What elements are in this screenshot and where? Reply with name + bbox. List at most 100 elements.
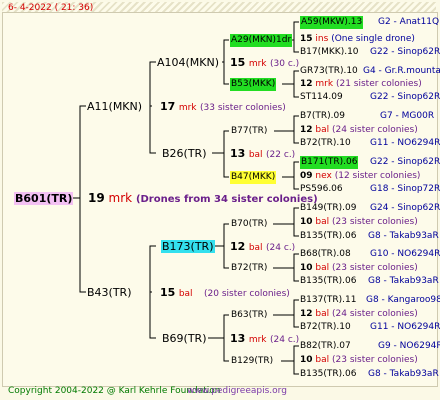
root-queen[interactable]: B601(TR) xyxy=(14,192,74,205)
gen4-code: G22 - Sinop62R xyxy=(370,92,440,102)
gen2-mating: 12 bal (24 c.) xyxy=(230,240,295,255)
gen2-mating: 13 mrk (24 c.) xyxy=(230,332,299,347)
gen1-mating-note: (33 sister colonies) xyxy=(200,103,286,113)
gen2-drone-count: 12 xyxy=(230,240,246,253)
gen2-queen[interactable]: B173(TR) xyxy=(161,240,215,253)
gen4-code: G8 - Takab93aR xyxy=(368,276,439,286)
root-mating-note: (Drones from 34 sister colonies) xyxy=(135,194,318,205)
gen3-mating-note: (21 sister colonies) xyxy=(335,79,422,89)
gen3-queen[interactable]: B77(TR) xyxy=(231,125,267,138)
gen3-mating-note: (One single drone) xyxy=(331,34,415,44)
gen4-code: G9 - NO6294R xyxy=(378,341,440,351)
gen2-mating-note: (24 c.) xyxy=(270,335,300,345)
pedigree-page: 6- 4-2022 ( 21: 36) B601(TR) 19 mrk (Dro… xyxy=(0,0,440,400)
gen2-mating-note: (30 c.) xyxy=(270,59,300,69)
gen3-drone-count: 10 xyxy=(300,355,313,365)
gen1-queen[interactable]: B43(TR) xyxy=(87,286,132,299)
gen4-code: G7 - MG00R xyxy=(380,111,435,121)
gen3-mating-note: (12 sister colonies) xyxy=(334,171,421,181)
root-mating: 19 mrk (Drones from 34 sister colonies) xyxy=(88,192,318,206)
gen3-mating: 12 bal (24 sister colonies) xyxy=(300,124,418,137)
gen3-queen[interactable]: B63(TR) xyxy=(231,309,267,322)
gen4-queen[interactable]: B72(TR).10 xyxy=(300,321,351,334)
gen3-queen[interactable]: B53(MKK) xyxy=(230,78,277,91)
gen3-mating: 15 ins (One single drone) xyxy=(300,33,415,46)
gen3-mating-note: (23 sister colonies) xyxy=(332,355,418,365)
gen3-drone-count: 09 xyxy=(300,171,313,181)
gen2-mating-note: (24 c.) xyxy=(266,243,296,253)
site-link[interactable]: www.pedigreeapis.org xyxy=(187,385,287,398)
gen1-mating-type: mrk xyxy=(178,103,197,113)
gen4-queen[interactable]: B72(TR).10 xyxy=(300,137,351,150)
gen3-queen[interactable]: B70(TR) xyxy=(231,218,267,231)
gen3-drone-count: 12 xyxy=(300,79,313,89)
gen3-mating-note: (24 sister colonies) xyxy=(332,309,418,319)
gen1-queen[interactable]: A11(MKN) xyxy=(87,100,142,113)
gen2-mating: 13 bal (22 c.) xyxy=(230,147,295,162)
gen4-code: G4 - Gr.R.mounta xyxy=(363,66,440,76)
gen3-mating-note: (23 sister colonies) xyxy=(332,263,418,273)
gen3-mating: 12 mrk (21 sister colonies) xyxy=(300,78,422,91)
gen4-queen[interactable]: B68(TR).08 xyxy=(300,248,351,261)
gen3-queen[interactable]: B72(TR) xyxy=(231,262,267,275)
gen3-queen[interactable]: B129(TR) xyxy=(231,355,273,368)
gen2-drone-count: 13 xyxy=(230,147,246,160)
gen4-queen[interactable]: B135(TR).06 xyxy=(300,275,356,288)
gen1-drone-count: 15 xyxy=(160,286,176,299)
gen4-code: G22 - Sinop62R xyxy=(370,47,440,57)
gen3-mating-type: bal xyxy=(315,125,330,135)
gen4-queen[interactable]: B135(TR).06 xyxy=(300,230,356,243)
gen4-queen[interactable]: ST114.09 xyxy=(300,91,343,104)
gen4-code: G24 - Sinop62R xyxy=(370,203,440,213)
gen4-code: G8 - Kangaroo98R xyxy=(366,295,440,305)
gen2-queen[interactable]: B69(TR) xyxy=(162,332,207,345)
gen3-drone-count: 10 xyxy=(300,217,313,227)
gen4-code: G2 - Anat11Q xyxy=(378,17,440,27)
gen4-queen[interactable]: B17(MKK).10 xyxy=(300,46,359,59)
gen2-mating-type: bal xyxy=(248,243,263,253)
gen2-mating-type: mrk xyxy=(248,59,267,69)
gen4-queen[interactable]: PS596.06 xyxy=(300,183,343,196)
gen2-queen[interactable]: B26(TR) xyxy=(162,147,207,160)
gen4-code: G10 - NO6294R xyxy=(370,249,440,259)
gen3-mating-note: (24 sister colonies) xyxy=(332,125,418,135)
gen4-code: G18 - Sinop72R xyxy=(370,184,440,194)
gen3-drone-count: 12 xyxy=(300,125,313,135)
gen4-code: G8 - Takab93aR xyxy=(368,231,439,241)
gen3-mating-note: (23 sister colonies) xyxy=(332,217,418,227)
gen3-mating-type: nex xyxy=(315,171,332,181)
gen4-queen[interactable]: B171(TR).06 xyxy=(300,156,359,169)
gen2-drone-count: 13 xyxy=(230,332,246,345)
gen3-mating: 12 bal (24 sister colonies) xyxy=(300,308,418,321)
gen4-code: G22 - Sinop62R xyxy=(370,157,440,167)
gen1-mating: 17 mrk (33 sister colonies) xyxy=(160,100,286,115)
gen3-mating-type: ins xyxy=(315,34,329,44)
gen3-mating-type: bal xyxy=(315,217,330,227)
gen3-mating: 10 bal (23 sister colonies) xyxy=(300,216,418,229)
gen2-mating: 15 mrk (30 c.) xyxy=(230,56,299,71)
gen4-queen[interactable]: GR73(TR).10 xyxy=(300,65,358,78)
root-drone-count: 19 xyxy=(88,191,105,205)
gen4-code: G8 - Takab93aR xyxy=(368,369,439,379)
gen3-mating: 10 bal (23 sister colonies) xyxy=(300,262,418,275)
gen3-queen[interactable]: B47(MKK) xyxy=(230,171,277,184)
gen4-queen[interactable]: B135(TR).06 xyxy=(300,368,356,381)
root-mating-type: mrk xyxy=(108,191,133,205)
gen1-mating-note: (20 sister colonies) xyxy=(204,289,290,299)
gen2-queen[interactable]: A104(MKN) xyxy=(157,56,219,69)
gen3-mating-type: mrk xyxy=(315,79,334,89)
gen3-queen[interactable]: A29(MKN)1dr xyxy=(230,34,293,47)
gen3-mating-type: bal xyxy=(315,263,330,273)
gen4-queen[interactable]: B137(TR).11 xyxy=(300,294,356,307)
gen4-code: G11 - NO6294R xyxy=(370,322,440,332)
gen1-drone-count: 17 xyxy=(160,100,176,113)
gen4-queen[interactable]: B7(TR).09 xyxy=(300,110,345,123)
gen4-queen[interactable]: B82(TR).07 xyxy=(300,340,351,353)
gen3-mating-type: bal xyxy=(315,309,330,319)
gen3-mating: 09 nex (12 sister colonies) xyxy=(300,170,420,183)
gen2-mating-type: mrk xyxy=(248,335,267,345)
gen4-queen[interactable]: A59(MKW).13 xyxy=(300,16,364,29)
gen4-queen[interactable]: B149(TR).09 xyxy=(300,202,356,215)
print-date: 6- 4-2022 ( 21: 36) xyxy=(8,3,94,13)
gen3-drone-count: 15 xyxy=(300,34,313,44)
